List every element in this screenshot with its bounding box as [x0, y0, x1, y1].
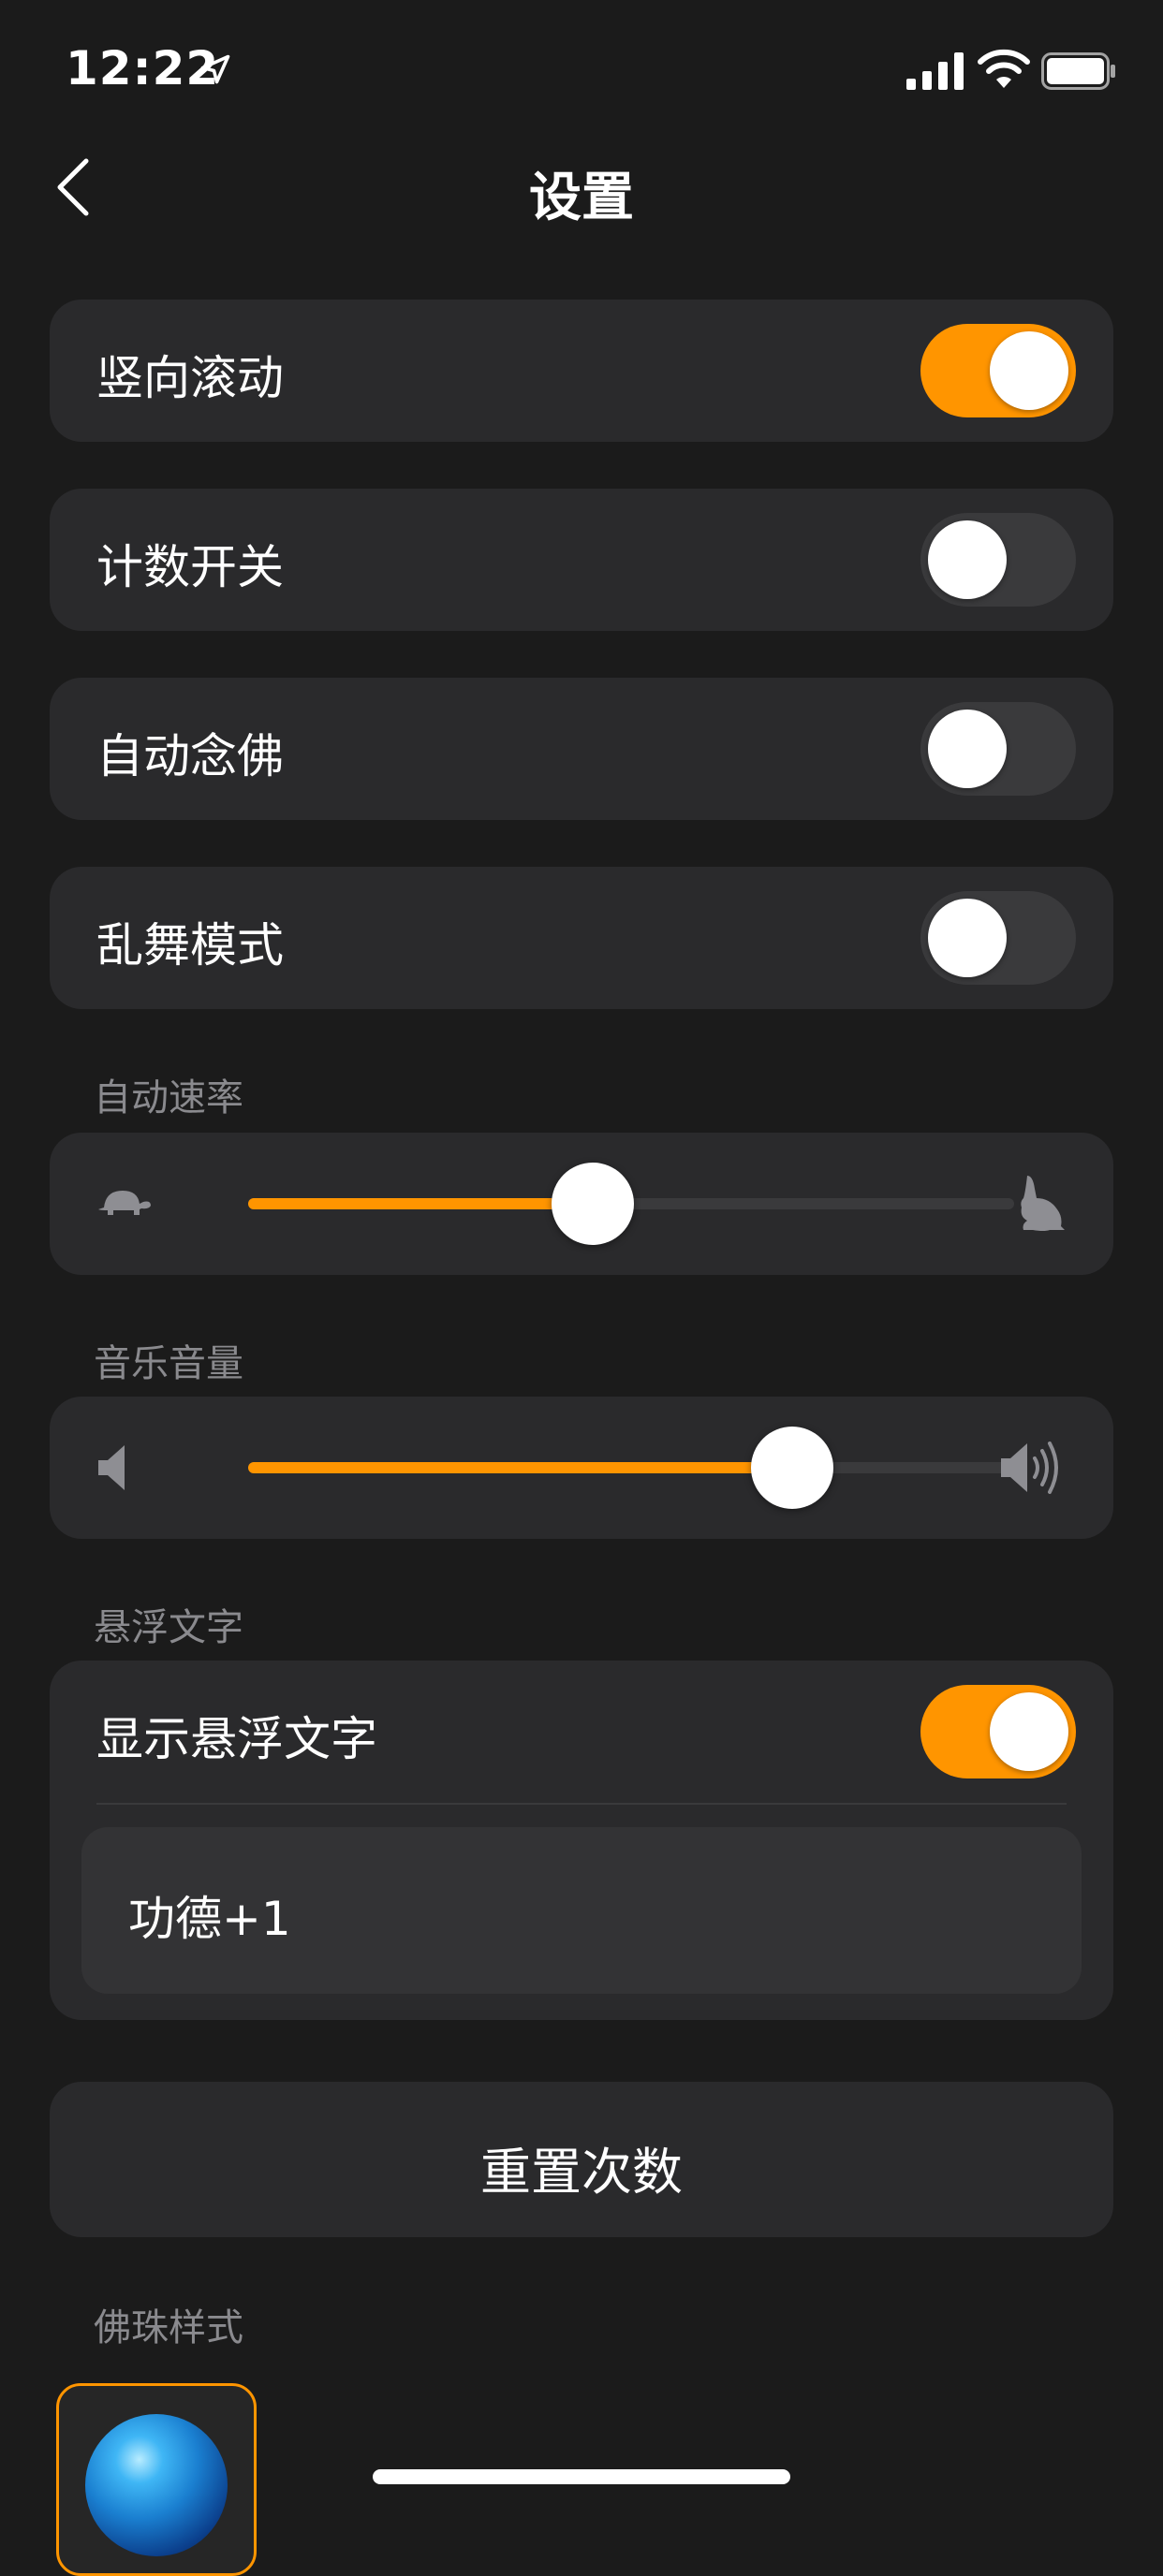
floating-text-input[interactable]: 功德+1 [81, 1827, 1082, 1994]
auto-chant-toggle[interactable] [920, 702, 1076, 796]
auto-chant-row: 自动念佛 [50, 678, 1113, 820]
vertical-scroll-label: 竖向滚动 [96, 351, 284, 405]
status-time: 12:22 [66, 41, 220, 95]
toggle-knob [990, 1692, 1068, 1771]
bead-style-option-selected[interactable] [56, 2383, 257, 2576]
reset-count-button[interactable]: 重置次数 [50, 2082, 1113, 2237]
bead-style-section-label: 佛珠样式 [94, 2306, 243, 2349]
toggle-knob [928, 899, 1007, 977]
speaker-low-icon [98, 1445, 125, 1490]
vertical-scroll-toggle[interactable] [920, 324, 1076, 417]
vertical-scroll-row: 竖向滚动 [50, 300, 1113, 442]
counter-toggle[interactable] [920, 513, 1076, 607]
auto-chant-label: 自动念佛 [96, 729, 284, 783]
chaos-mode-row: 乱舞模式 [50, 867, 1113, 1009]
floating-text-section-label: 悬浮文字 [94, 1606, 243, 1649]
counter-label: 计数开关 [96, 540, 284, 594]
toggle-knob [928, 520, 1007, 599]
chaos-mode-label: 乱舞模式 [96, 918, 284, 973]
location-arrow-icon [200, 54, 230, 84]
toggle-knob [928, 710, 1007, 788]
toggle-knob [990, 331, 1068, 410]
music-volume-slider-fill [248, 1462, 792, 1473]
battery-icon [1041, 52, 1115, 90]
status-bar: 12:22 [0, 0, 1163, 140]
speaker-high-icon [1001, 1442, 1058, 1494]
music-volume-card [50, 1397, 1113, 1539]
music-volume-section-label: 音乐音量 [94, 1342, 243, 1385]
auto-rate-slider-thumb[interactable] [552, 1163, 634, 1245]
floating-text-card: 显示悬浮文字 功德+1 [50, 1661, 1113, 2020]
auto-rate-section-label: 自动速率 [94, 1076, 243, 1120]
home-indicator [373, 2469, 790, 2484]
music-volume-slider-thumb[interactable] [751, 1427, 833, 1509]
rabbit-icon [1021, 1176, 1065, 1231]
music-volume-slider[interactable] [248, 1462, 1014, 1473]
cellular-signal-icon [906, 52, 964, 90]
divider [96, 1803, 1067, 1805]
turtle-icon [98, 1191, 151, 1215]
reset-count-label: 重置次数 [480, 2143, 683, 2202]
show-floating-text-label: 显示悬浮文字 [96, 1712, 377, 1766]
floating-text-value: 功德+1 [128, 1892, 291, 1946]
auto-rate-card [50, 1133, 1113, 1275]
page-title: 设置 [529, 168, 634, 228]
counter-row: 计数开关 [50, 489, 1113, 631]
chaos-mode-toggle[interactable] [920, 891, 1076, 985]
wifi-icon [978, 49, 1030, 88]
show-floating-text-toggle[interactable] [920, 1685, 1076, 1778]
blue-bead-image [85, 2414, 228, 2556]
auto-rate-slider-fill [248, 1198, 593, 1209]
